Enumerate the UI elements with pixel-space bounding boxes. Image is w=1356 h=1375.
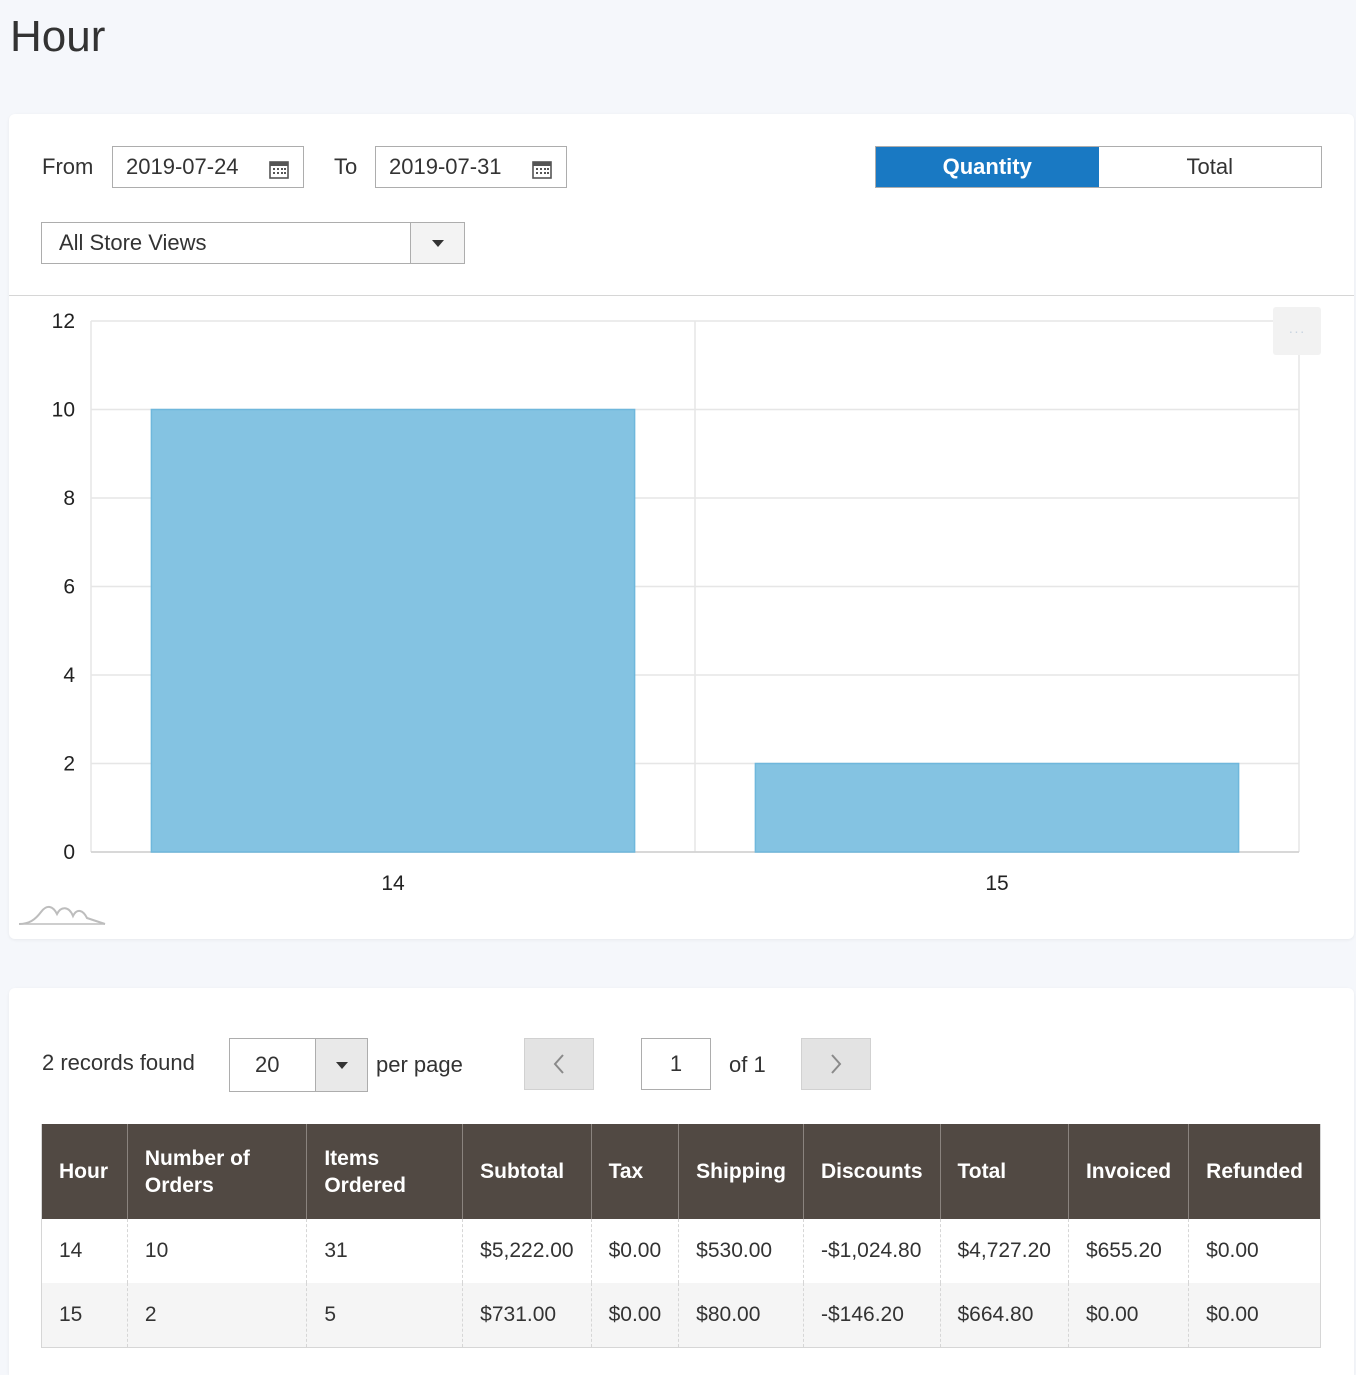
y-tick-label: 8: [63, 487, 75, 510]
column-header[interactable]: Refunded: [1188, 1124, 1321, 1219]
table-cell: $0.00: [1188, 1219, 1321, 1283]
chevron-right-icon: [831, 1054, 842, 1074]
table-cell: 15: [41, 1283, 128, 1347]
y-tick-label: 10: [52, 399, 75, 422]
table-cell: $80.00: [678, 1283, 804, 1347]
page-number-value: 1: [669, 1051, 683, 1076]
column-header[interactable]: Tax: [591, 1124, 680, 1219]
table-cell: $731.00: [462, 1283, 592, 1347]
x-tick-label: 14: [381, 872, 405, 895]
table-cell: $530.00: [678, 1219, 804, 1283]
column-header[interactable]: Shipping: [678, 1124, 804, 1219]
column-header[interactable]: Hour: [41, 1124, 128, 1219]
table-cell: $4,727.20: [940, 1219, 1069, 1283]
per-page-label: per page: [376, 1052, 463, 1077]
page-number-input[interactable]: 1: [641, 1038, 711, 1090]
chart-logo-icon: [17, 902, 107, 931]
x-tick-label: 15: [985, 872, 1008, 895]
column-header[interactable]: Discounts: [803, 1124, 941, 1219]
y-tick-label: 0: [63, 841, 75, 864]
next-page-button[interactable]: [801, 1038, 871, 1090]
column-header[interactable]: Total: [940, 1124, 1069, 1219]
table-cell: $0.00: [591, 1219, 680, 1283]
y-tick-label: 2: [63, 753, 75, 776]
y-tick-label: 6: [63, 576, 75, 599]
table-header-row: Hour Number of Orders Items Ordered Subt…: [41, 1124, 1321, 1219]
report-table: Hour Number of Orders Items Ordered Subt…: [41, 1124, 1321, 1348]
column-header[interactable]: Number of Orders: [127, 1124, 308, 1219]
more-dots-icon[interactable]: ···: [1273, 307, 1321, 355]
per-page-select[interactable]: 20: [229, 1038, 368, 1092]
per-page-value: 20: [255, 1052, 280, 1077]
y-tick-label: 12: [52, 310, 75, 333]
grid-panel: 2 records found 20 per page 1 of 1 Hour …: [9, 988, 1354, 1375]
chevron-down-icon[interactable]: [315, 1039, 367, 1091]
page-title: Hour: [10, 12, 106, 61]
column-header[interactable]: Items Ordered: [306, 1124, 464, 1219]
table-cell: 5: [306, 1283, 464, 1347]
table-cell: -$1,024.80: [803, 1219, 941, 1283]
table-cell: $664.80: [940, 1283, 1069, 1347]
table-cell: 10: [127, 1219, 308, 1283]
y-tick-label: 4: [63, 664, 75, 687]
table-cell: 2: [127, 1283, 308, 1347]
chevron-left-icon: [553, 1054, 564, 1074]
table-row[interactable]: 14 10 31 $5,222.00 $0.00 $530.00 -$1,024…: [41, 1219, 1321, 1283]
table-cell: $5,222.00: [462, 1219, 592, 1283]
table-cell: 31: [306, 1219, 464, 1283]
table-cell: $0.00: [1068, 1283, 1190, 1347]
table-row[interactable]: 15 2 5 $731.00 $0.00 $80.00 -$146.20 $66…: [41, 1283, 1321, 1347]
bar[interactable]: [150, 408, 636, 853]
table-cell: -$146.20: [803, 1283, 941, 1347]
table-cell: 14: [41, 1219, 128, 1283]
table-cell: $655.20: [1068, 1219, 1190, 1283]
page-total-label: of 1: [729, 1052, 766, 1077]
column-header[interactable]: Invoiced: [1068, 1124, 1190, 1219]
table-cell: $0.00: [1188, 1283, 1321, 1347]
records-found: 2 records found: [42, 1050, 195, 1075]
table-cell: $0.00: [591, 1283, 680, 1347]
chart-panel: From 2019-07-24 To 2019-07-31 Quantity T…: [9, 114, 1354, 939]
column-header[interactable]: Subtotal: [462, 1124, 592, 1219]
hour-bar-chart: 0 2 4 6 8 10 12 14 15: [52, 310, 1300, 895]
prev-page-button[interactable]: [524, 1038, 594, 1090]
bar[interactable]: [754, 762, 1240, 853]
